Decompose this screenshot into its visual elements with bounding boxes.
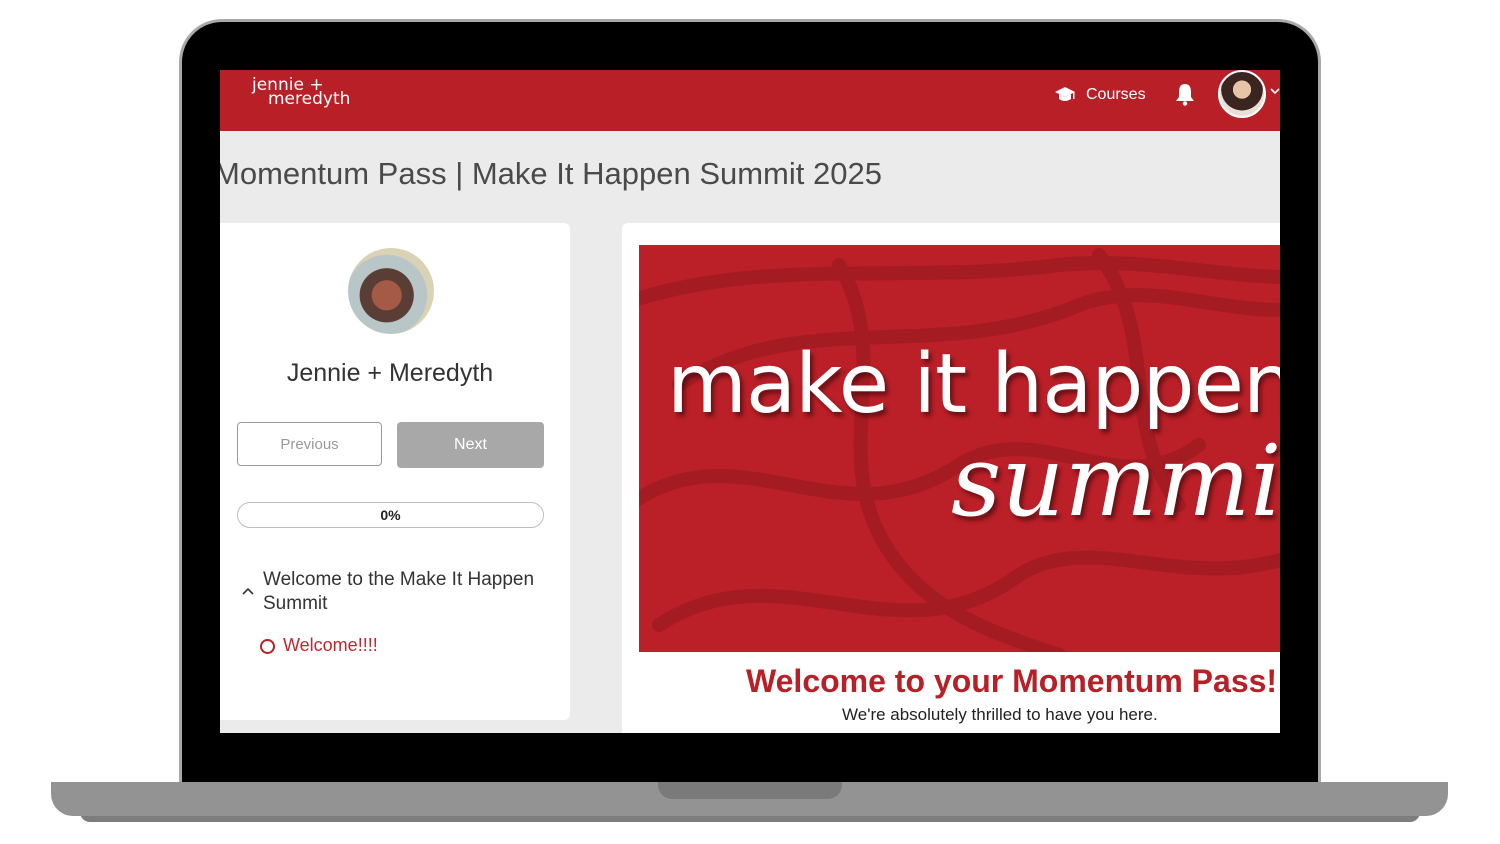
author-name: Jennie + Meredyth <box>286 359 494 387</box>
course-sidebar: Jennie + Meredyth Previous Next 0% Welco… <box>220 223 570 720</box>
progress-text: 0% <box>380 507 401 523</box>
welcome-heading: Welcome to your Momentum Pass! <box>746 663 1278 699</box>
author-avatar <box>348 248 434 334</box>
top-navbar: jennie + meredyth Courses <box>220 70 1280 131</box>
courses-label: Courses <box>1086 86 1146 103</box>
brand-logo[interactable]: jennie + meredyth <box>252 77 350 108</box>
chevron-down-icon[interactable] <box>1270 86 1280 96</box>
section-title[interactable]: Welcome to the Make It Happen Summit <box>263 568 553 616</box>
graduation-cap-icon <box>1055 87 1075 101</box>
chevron-up-icon[interactable] <box>242 586 254 598</box>
banner-title: make it happen <box>667 337 1280 432</box>
lesson-link[interactable]: Welcome!!!! <box>283 635 378 656</box>
summit-banner: make it happen summit <box>639 245 1280 652</box>
previous-button[interactable]: Previous <box>237 422 382 466</box>
welcome-subtext: We're absolutely thrilled to have you he… <box>842 705 1158 724</box>
app-screen: jennie + meredyth Courses Momentum Pass … <box>220 70 1280 733</box>
bell-icon[interactable] <box>1174 82 1196 106</box>
banner-script: summit <box>951 425 1280 539</box>
page-title: Momentum Pass | Make It Happen Summit 20… <box>220 156 882 191</box>
next-button[interactable]: Next <box>397 422 544 468</box>
lesson-status-circle-icon <box>260 639 275 654</box>
laptop-notch <box>658 782 842 799</box>
courses-link[interactable]: Courses <box>1054 82 1146 108</box>
lesson-content: make it happen summit Welcome to your Mo… <box>622 223 1280 733</box>
user-avatar[interactable] <box>1218 70 1266 118</box>
progress-bar: 0% <box>237 502 544 528</box>
